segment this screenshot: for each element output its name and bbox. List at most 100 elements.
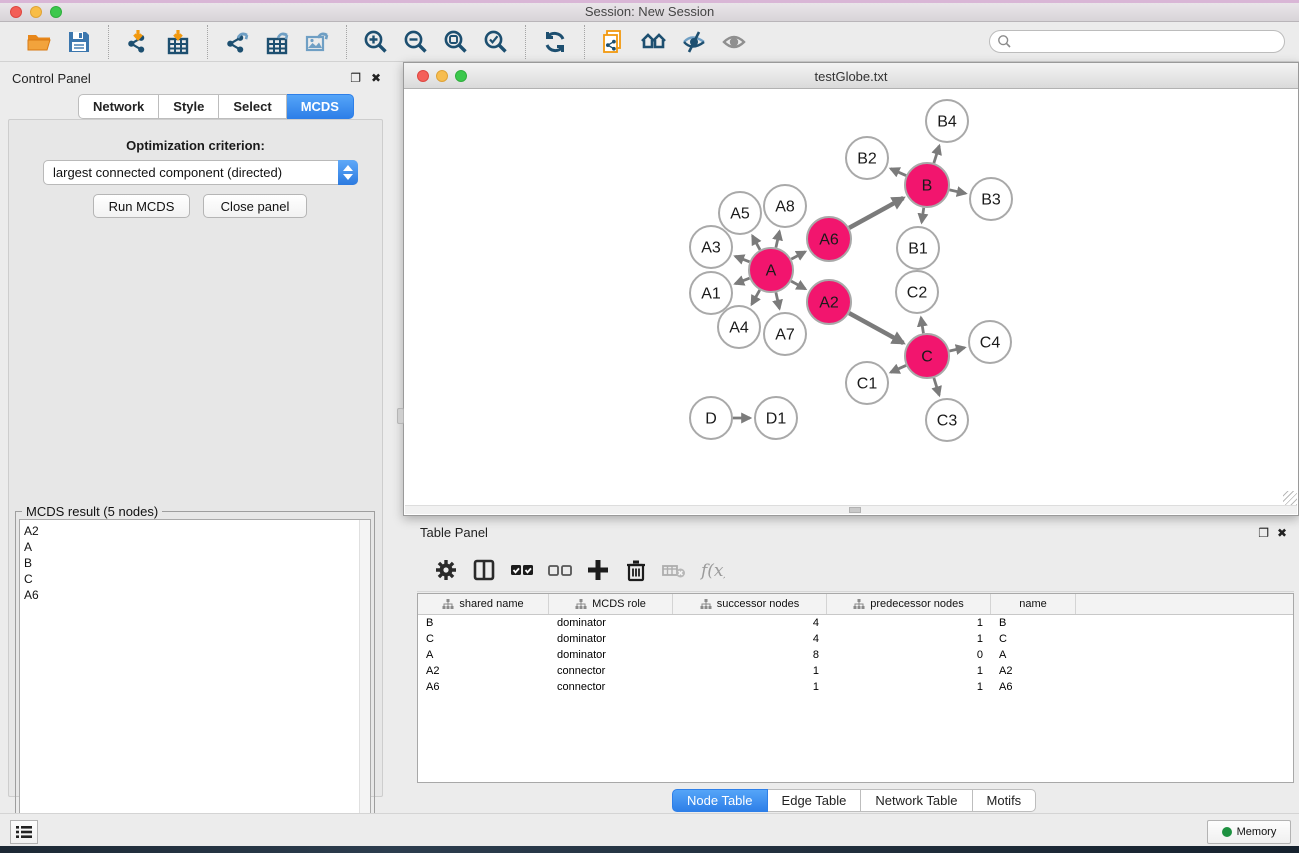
graph-node-B[interactable]: B [905, 163, 949, 207]
graph-node-B4[interactable]: B4 [926, 100, 968, 142]
edge-A-A4[interactable] [752, 290, 760, 304]
table-cell[interactable]: A2 [991, 665, 1076, 677]
network-hscroll-thumb[interactable] [849, 507, 861, 513]
table-cell[interactable]: 1 [827, 617, 991, 629]
refresh-button[interactable] [535, 26, 575, 58]
close-panel-icon[interactable]: ✖ [371, 71, 381, 85]
edge-A-A7[interactable] [776, 292, 780, 308]
export-image-button[interactable] [297, 26, 337, 58]
zoom-in-button[interactable] [356, 26, 396, 58]
graph-node-C4[interactable]: C4 [969, 321, 1011, 363]
table-cell[interactable]: connector [549, 665, 673, 677]
column-header-name[interactable]: name [991, 594, 1076, 614]
search-input[interactable] [989, 30, 1285, 53]
table-cell[interactable]: 4 [673, 617, 827, 629]
delete-table-button[interactable] [655, 553, 693, 587]
graph-node-A5[interactable]: A5 [719, 192, 761, 234]
network-window-titlebar[interactable]: testGlobe.txt [404, 63, 1298, 89]
export-table-button[interactable] [257, 26, 297, 58]
graph-node-D[interactable]: D [690, 397, 732, 439]
hide-selected-button[interactable] [674, 26, 714, 58]
table-row[interactable]: Adominator80A [418, 647, 1293, 663]
edge-A2-C[interactable] [849, 313, 903, 343]
table-row[interactable]: A2connector11A2 [418, 663, 1293, 679]
table-tab-node-table[interactable]: Node Table [672, 789, 768, 812]
graph-node-A8[interactable]: A8 [764, 185, 806, 227]
table-cell[interactable]: 1 [827, 633, 991, 645]
edge-B-B2[interactable] [891, 169, 906, 176]
edge-B-B4[interactable] [934, 146, 939, 163]
graph-node-C[interactable]: C [905, 334, 949, 378]
first-neighbors-button[interactable] [634, 26, 674, 58]
graph-node-C2[interactable]: C2 [896, 271, 938, 313]
graph-node-A7[interactable]: A7 [764, 313, 806, 355]
function-builder-button[interactable]: f(x) [693, 553, 731, 587]
graph-node-B2[interactable]: B2 [846, 137, 888, 179]
graph-node-C1[interactable]: C1 [846, 362, 888, 404]
table-cell[interactable]: B [991, 617, 1076, 629]
result-item[interactable]: A2 [24, 523, 370, 539]
table-cell[interactable]: 4 [673, 633, 827, 645]
result-item[interactable]: A6 [24, 587, 370, 603]
table-cell[interactable]: A6 [991, 681, 1076, 693]
table-cell[interactable]: C [991, 633, 1076, 645]
tab-network[interactable]: Network [78, 94, 159, 119]
delete-column-button[interactable] [617, 553, 655, 587]
table-cell[interactable]: 1 [673, 681, 827, 693]
table-cell[interactable]: 0 [827, 649, 991, 661]
tab-style[interactable]: Style [159, 94, 219, 119]
open-file-button[interactable] [19, 26, 59, 58]
table-row[interactable]: Bdominator41B [418, 615, 1293, 631]
table-cell[interactable]: dominator [549, 649, 673, 661]
select-all-button[interactable] [503, 553, 541, 587]
table-row[interactable]: Cdominator41C [418, 631, 1293, 647]
settings-gear-button[interactable] [427, 553, 465, 587]
mcds-result-list[interactable]: A2ABCA6 [19, 519, 371, 847]
result-item[interactable]: A [24, 539, 370, 555]
edge-A-A6[interactable] [791, 252, 805, 259]
table-cell[interactable]: 1 [827, 665, 991, 677]
table-tab-edge-table[interactable]: Edge Table [768, 789, 862, 812]
export-network-button[interactable] [217, 26, 257, 58]
result-item[interactable]: B [24, 555, 370, 571]
graph-node-A2[interactable]: A2 [807, 280, 851, 324]
column-header-MCDS-role[interactable]: MCDS role [549, 594, 673, 614]
column-header-shared-name[interactable]: shared name [418, 594, 549, 614]
table-row[interactable]: A6connector11A6 [418, 679, 1293, 695]
edge-A6-B[interactable] [849, 198, 903, 228]
network-from-selection-button[interactable] [594, 26, 634, 58]
graph-node-B3[interactable]: B3 [970, 178, 1012, 220]
edge-C-C1[interactable] [891, 365, 906, 372]
graph-node-C3[interactable]: C3 [926, 399, 968, 441]
edge-A-A1[interactable] [735, 278, 749, 283]
float-panel-icon[interactable]: ❐ [350, 71, 361, 85]
edge-C-C4[interactable] [949, 348, 964, 351]
table-cell[interactable]: 1 [827, 681, 991, 693]
graph-node-A6[interactable]: A6 [807, 217, 851, 261]
edge-B-B3[interactable] [949, 190, 965, 194]
table-close-panel-icon[interactable]: ✖ [1277, 526, 1287, 540]
table-cell[interactable]: B [418, 617, 549, 629]
result-scrollbar[interactable] [359, 520, 370, 846]
import-network-button[interactable] [118, 26, 158, 58]
edge-A-A5[interactable] [752, 236, 760, 250]
network-horizontal-scrollbar[interactable] [405, 505, 1297, 514]
deselect-all-button[interactable] [541, 553, 579, 587]
table-cell[interactable]: A2 [418, 665, 549, 677]
edge-A-A2[interactable] [791, 281, 805, 289]
table-cell[interactable]: A [418, 649, 549, 661]
edge-A-A8[interactable] [776, 231, 780, 247]
graph-node-A4[interactable]: A4 [718, 306, 760, 348]
network-graph-canvas[interactable]: B4B2BB3A8A5A6A3B1AA1C2A2A4A7C4CC1C3DD1 [404, 89, 1298, 507]
import-table-button[interactable] [158, 26, 198, 58]
table-cell[interactable]: 1 [673, 665, 827, 677]
graph-node-D1[interactable]: D1 [755, 397, 797, 439]
zoom-fit-button[interactable] [436, 26, 476, 58]
graph-node-A[interactable]: A [749, 248, 793, 292]
tab-mcds[interactable]: MCDS [287, 94, 354, 119]
add-column-button[interactable] [579, 553, 617, 587]
edge-A-A3[interactable] [735, 256, 749, 261]
zoom-out-button[interactable] [396, 26, 436, 58]
edge-B-B1[interactable] [922, 208, 924, 222]
result-item[interactable]: C [24, 571, 370, 587]
